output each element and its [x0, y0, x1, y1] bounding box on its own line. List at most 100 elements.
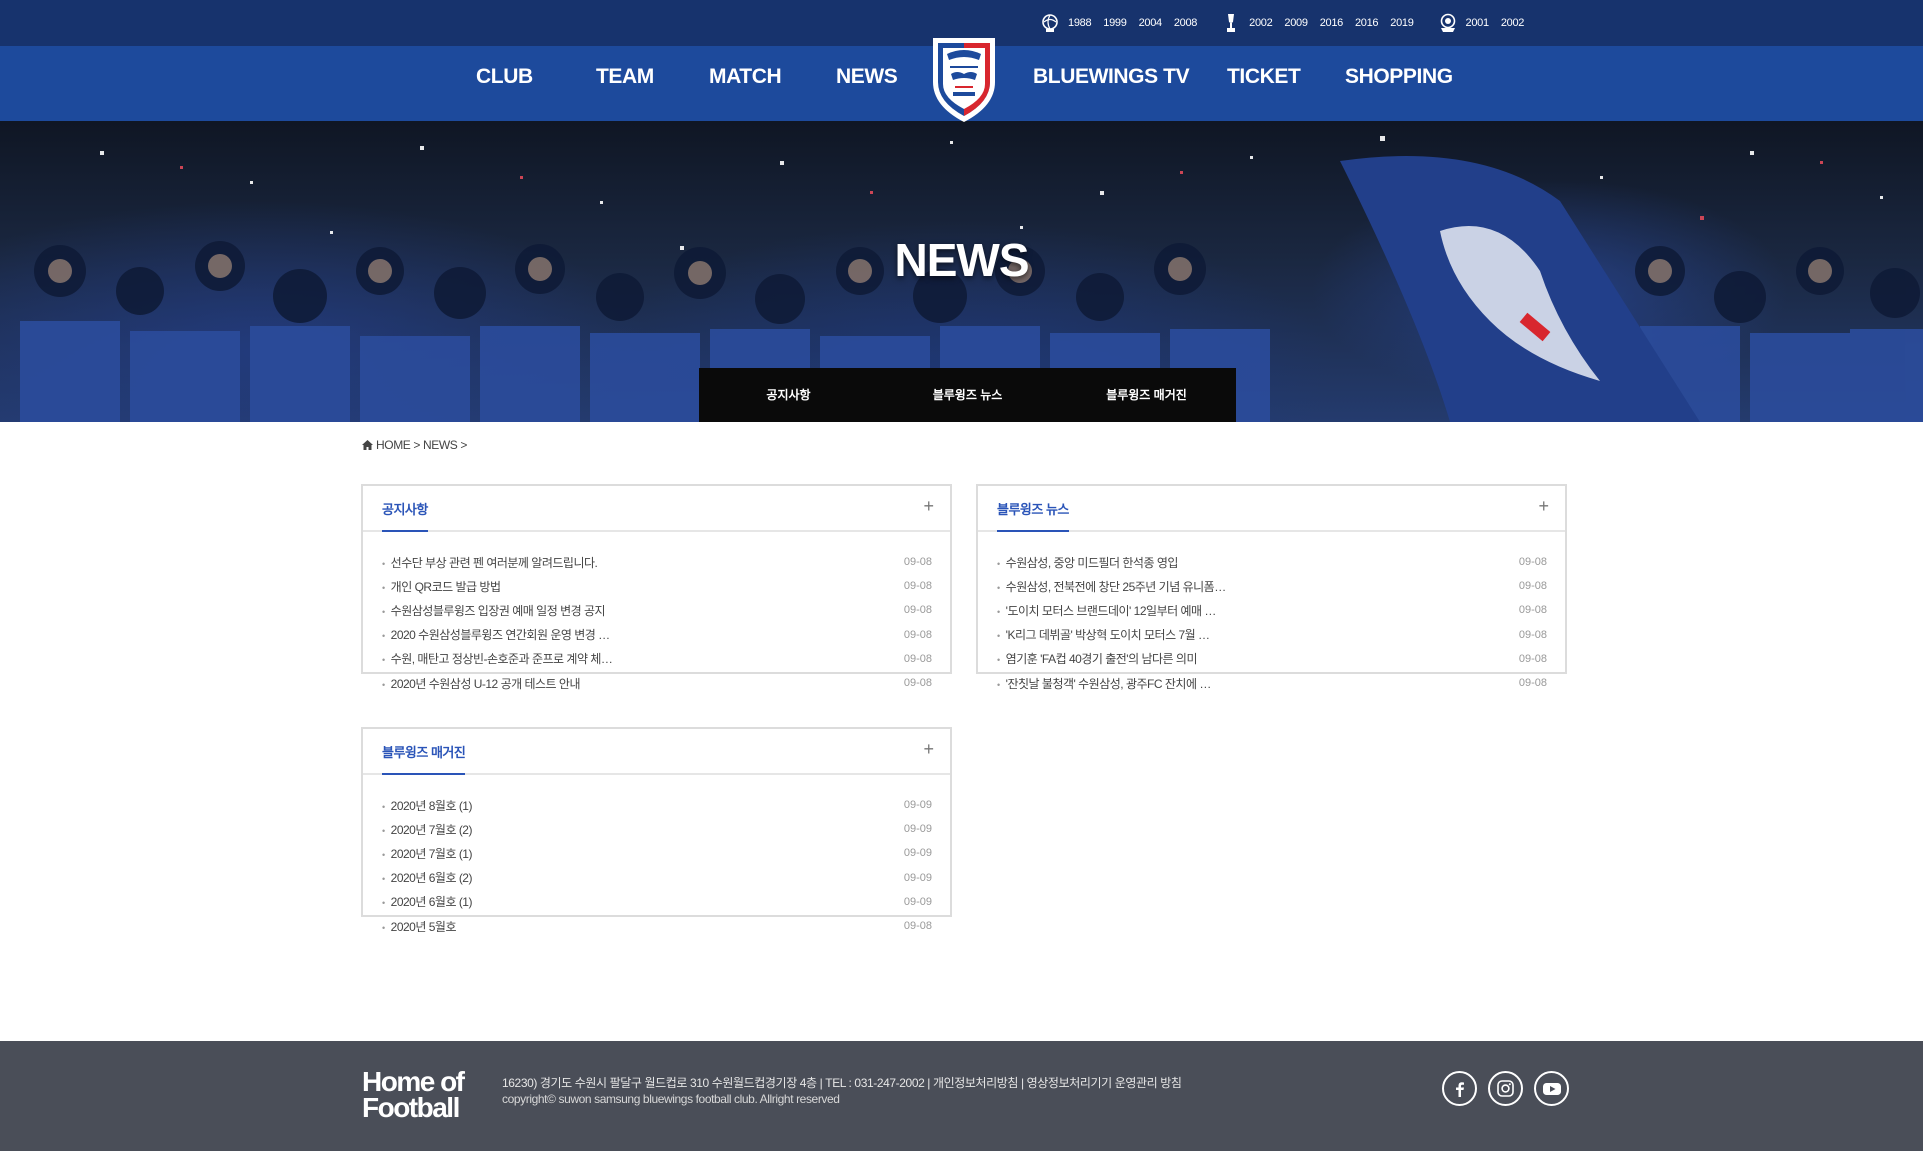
- list-item-date: 09-08: [1518, 677, 1547, 690]
- list-item[interactable]: 2020년 7월호 (1) 09-09: [382, 841, 932, 865]
- club-crest-logo[interactable]: [929, 34, 999, 124]
- nav-item-match[interactable]: MATCH: [709, 46, 782, 121]
- list-item[interactable]: 2020년 7월호 (2) 09-09: [382, 817, 932, 841]
- asia-trophy-icon: [1440, 13, 1455, 32]
- list-item[interactable]: 수원삼성블루윙즈 입장권 예매 일정 변경 공지 09-08: [382, 598, 932, 622]
- trophy-year: 2009: [1284, 17, 1308, 29]
- breadcrumb-home[interactable]: HOME: [376, 438, 411, 452]
- list-item-date: 09-08: [903, 580, 932, 593]
- list-item-date: 09-09: [903, 847, 932, 860]
- trophy-group-asia: 2001 2002: [1438, 13, 1537, 33]
- list-item[interactable]: 수원, 매탄고 정상빈-손호준과 준프로 계약 체… 09-08: [382, 647, 932, 671]
- board-header: 블루윙즈 매거진 +: [363, 729, 950, 775]
- list-item-title[interactable]: 2020년 6월호 (2): [382, 869, 472, 886]
- list-item-title[interactable]: 2020년 6월호 (1): [382, 893, 472, 910]
- more-plus-icon[interactable]: +: [923, 739, 934, 760]
- list-item[interactable]: 'K리그 데뷔골' 박상혁 도이치 모터스 7월 … 09-08: [997, 623, 1547, 647]
- board-list: 선수단 부상 관련 펜 여러분께 알려드립니다. 09-08 개인 QR코드 발급…: [382, 550, 932, 695]
- list-item-title[interactable]: 수원삼성, 전북전에 창단 25주년 기념 유니폼…: [997, 578, 1226, 595]
- trophy-year: 2002: [1500, 17, 1525, 29]
- list-item-title[interactable]: 2020년 7월호 (2): [382, 821, 472, 838]
- list-item[interactable]: 2020년 6월호 (2) 09-09: [382, 866, 932, 890]
- list-item-title[interactable]: 2020년 수원삼성 U-12 공개 테스트 안내: [382, 675, 580, 692]
- list-item[interactable]: 2020년 8월호 (1) 09-09: [382, 793, 932, 817]
- list-item-title[interactable]: 'K리그 데뷔골' 박상혁 도이치 모터스 7월 …: [997, 626, 1210, 643]
- list-item-date: 09-08: [903, 920, 932, 933]
- list-item[interactable]: 2020년 5월호 09-08: [382, 914, 932, 938]
- list-item-date: 09-09: [903, 895, 932, 908]
- bluewings-news-board: 블루윙즈 뉴스 + 수원삼성, 중앙 미드필더 한석종 영입 09-08 수원삼성…: [976, 484, 1567, 691]
- footer-copyright: copyright© suwon samsung bluewings footb…: [502, 1092, 840, 1106]
- board-list: 수원삼성, 중앙 미드필더 한석종 영입 09-08 수원삼성, 전북전에 창단 …: [997, 550, 1547, 695]
- list-item-title[interactable]: 수원, 매탄고 정상빈-손호준과 준프로 계약 체…: [382, 650, 613, 667]
- footer-logo-line2: Football: [362, 1092, 460, 1123]
- more-plus-icon[interactable]: +: [923, 496, 934, 517]
- list-item-date: 09-08: [1518, 556, 1547, 569]
- nav-item-bluewings-tv[interactable]: BLUEWINGS TV: [1033, 46, 1190, 121]
- list-item-title[interactable]: 수원삼성블루윙즈 입장권 예매 일정 변경 공지: [382, 602, 605, 619]
- trophy-year: 1999: [1103, 17, 1127, 29]
- nav-item-club[interactable]: CLUB: [476, 46, 533, 121]
- list-item-title[interactable]: '잔칫날 불청객' 수원삼성, 광주FC 잔치에 …: [997, 675, 1211, 692]
- list-item-title[interactable]: 2020 수원삼성블루윙즈 연간회원 운영 변경 …: [382, 626, 610, 643]
- list-item-title[interactable]: '도이치 모터스 브랜드데이' 12일부터 예매 …: [997, 602, 1216, 619]
- list-item[interactable]: 2020년 수원삼성 U-12 공개 테스트 안내 09-08: [382, 671, 932, 695]
- list-item-date: 09-08: [1518, 628, 1547, 641]
- list-item-title[interactable]: 염기훈 'FA컵 40경기 출전'의 남다른 의미: [997, 650, 1197, 667]
- trophy-list: 1988 1999 2004 2008 2002 2009 2016 2016 …: [1040, 11, 1548, 35]
- facebook-icon[interactable]: [1442, 1071, 1477, 1106]
- trophy-year: 2001: [1465, 17, 1490, 29]
- nav-item-ticket[interactable]: TICKET: [1227, 46, 1301, 121]
- subnav-item-bluewings-news[interactable]: 블루윙즈 뉴스: [878, 368, 1057, 422]
- list-item-title[interactable]: 2020년 5월호: [382, 918, 456, 935]
- board-title[interactable]: 블루윙즈 매거진: [382, 742, 466, 775]
- list-item-date: 09-08: [903, 556, 932, 569]
- bluewings-magazine-board: 블루윙즈 매거진 + 2020년 8월호 (1) 09-09 2020년 7월호 …: [361, 727, 952, 934]
- board-header: 블루윙즈 뉴스 +: [978, 486, 1565, 532]
- breadcrumb: HOME > NEWS >: [362, 438, 470, 452]
- instagram-icon[interactable]: [1488, 1071, 1523, 1106]
- sub-nav: 공지사항 블루윙즈 뉴스 블루윙즈 매거진: [699, 368, 1236, 422]
- notice-board: 공지사항 + 선수단 부상 관련 펜 여러분께 알려드립니다. 09-08 개인 …: [361, 484, 952, 691]
- list-item-date: 09-08: [903, 677, 932, 690]
- list-item-date: 09-08: [1518, 652, 1547, 665]
- list-item[interactable]: 2020 수원삼성블루윙즈 연간회원 운영 변경 … 09-08: [382, 623, 932, 647]
- board-title[interactable]: 공지사항: [382, 499, 428, 532]
- list-item-title[interactable]: 2020년 7월호 (1): [382, 845, 472, 862]
- footer: Home of Football 16230) 경기도 수원시 팔달구 월드컵로…: [0, 1041, 1923, 1151]
- list-item[interactable]: 수원삼성, 전북전에 창단 25주년 기념 유니폼… 09-08: [997, 574, 1547, 598]
- footer-address: 16230) 경기도 수원시 팔달구 월드컵로 310 수원월드컵경기장 4층 …: [502, 1076, 1182, 1090]
- list-item[interactable]: 선수단 부상 관련 펜 여러분께 알려드립니다. 09-08: [382, 550, 932, 574]
- subnav-item-bluewings-magazine[interactable]: 블루윙즈 매거진: [1057, 368, 1236, 422]
- trophy-group-cup: 2002 2009 2016 2016 2019: [1221, 13, 1425, 33]
- youtube-icon[interactable]: [1534, 1071, 1569, 1106]
- nav-item-team[interactable]: TEAM: [596, 46, 654, 121]
- list-item-title[interactable]: 수원삼성, 중앙 미드필더 한석종 영입: [997, 554, 1178, 571]
- globe-trophy-icon: [1042, 14, 1058, 32]
- subnav-item-notice[interactable]: 공지사항: [699, 368, 878, 422]
- trophy-year: 2019: [1390, 17, 1414, 29]
- list-item[interactable]: '도이치 모터스 브랜드데이' 12일부터 예매 … 09-08: [997, 598, 1547, 622]
- list-item[interactable]: 개인 QR코드 발급 방법 09-08: [382, 574, 932, 598]
- board-title[interactable]: 블루윙즈 뉴스: [997, 499, 1069, 532]
- list-item[interactable]: 수원삼성, 중앙 미드필더 한석종 영입 09-08: [997, 550, 1547, 574]
- more-plus-icon[interactable]: +: [1538, 496, 1549, 517]
- trophy-year: 1988: [1068, 17, 1092, 29]
- list-item-date: 09-08: [1518, 580, 1547, 593]
- list-item-title[interactable]: 2020년 8월호 (1): [382, 797, 472, 814]
- nav-item-news[interactable]: NEWS: [836, 46, 898, 121]
- list-item-date: 09-08: [903, 652, 932, 665]
- list-item[interactable]: '잔칫날 불청객' 수원삼성, 광주FC 잔치에 … 09-08: [997, 671, 1547, 695]
- trophy-group-league: 1988 1999 2004 2008: [1040, 13, 1209, 33]
- breadcrumb-current[interactable]: NEWS: [423, 438, 458, 452]
- list-item[interactable]: 2020년 6월호 (1) 09-09: [382, 890, 932, 914]
- page-title: NEWS: [894, 234, 1030, 286]
- trophy-year: 2016: [1354, 17, 1379, 29]
- list-item-date: 09-09: [903, 871, 932, 884]
- breadcrumb-separator: >: [460, 438, 468, 452]
- home-of-football-logo: Home of Football: [362, 1068, 465, 1123]
- nav-item-shopping[interactable]: SHOPPING: [1345, 46, 1453, 121]
- list-item[interactable]: 염기훈 'FA컵 40경기 출전'의 남다른 의미 09-08: [997, 647, 1547, 671]
- list-item-title[interactable]: 개인 QR코드 발급 방법: [382, 578, 501, 595]
- list-item-title[interactable]: 선수단 부상 관련 펜 여러분께 알려드립니다.: [382, 554, 598, 571]
